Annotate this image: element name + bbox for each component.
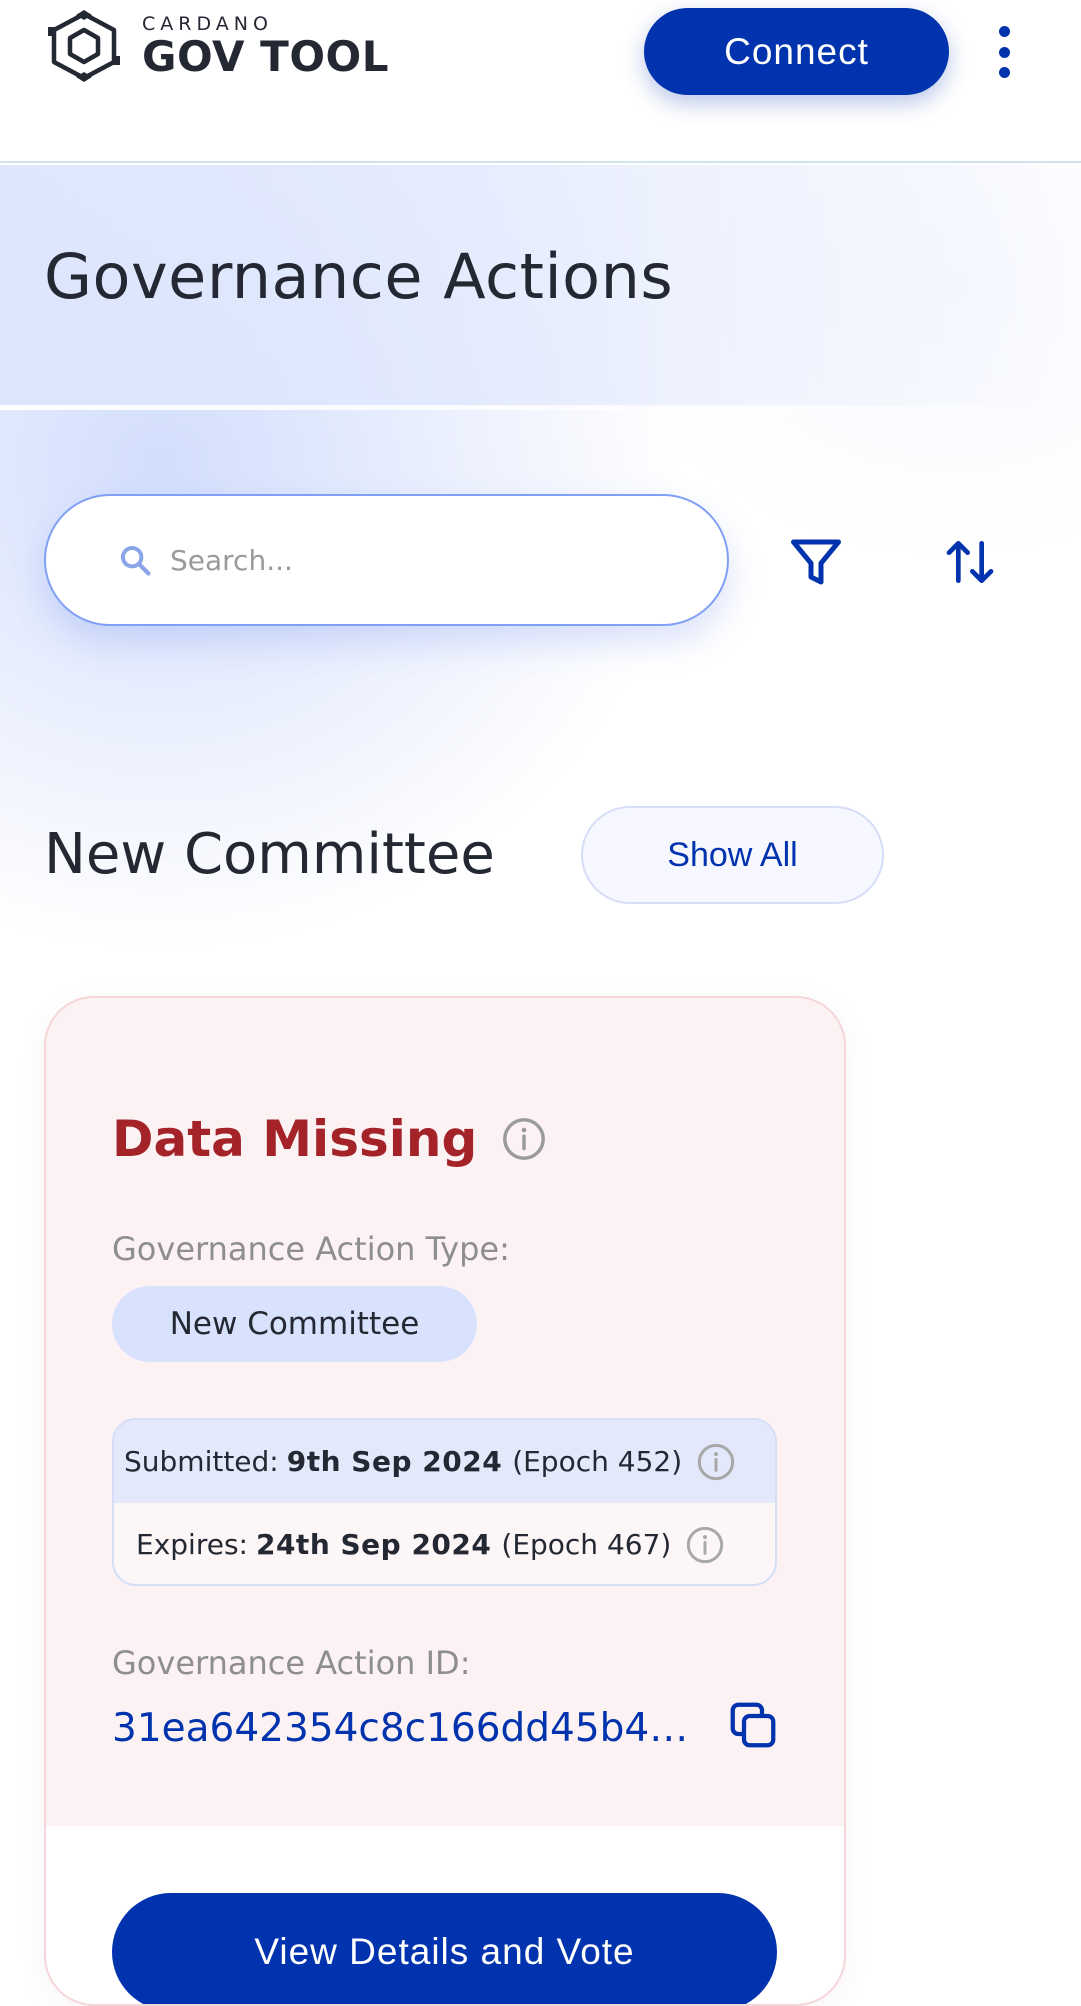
copy-icon[interactable] [726, 1698, 780, 1752]
submitted-epoch: (Epoch 452) [512, 1445, 683, 1478]
action-id-label: Governance Action ID: [112, 1644, 471, 1682]
info-icon[interactable] [696, 1442, 736, 1482]
view-details-vote-button[interactable]: View Details and Vote [112, 1893, 777, 2004]
logo-text: CARDANO GOV TOOL [142, 13, 389, 79]
search-input[interactable] [170, 543, 690, 577]
expires-label: Expires: [136, 1528, 248, 1561]
logo-big-text: GOV TOOL [142, 32, 389, 81]
expires-row: Expires: 24th Sep 2024 (Epoch 467) [114, 1503, 775, 1584]
info-icon[interactable] [685, 1525, 725, 1565]
show-all-button[interactable]: Show All [581, 806, 884, 904]
section-title: New Committee [44, 822, 495, 887]
action-type-chip: New Committee [112, 1286, 477, 1362]
submitted-label: Submitted: [124, 1445, 279, 1478]
search-bar[interactable] [44, 494, 729, 626]
expires-epoch: (Epoch 467) [501, 1528, 672, 1561]
submitted-row: Submitted: 9th Sep 2024 (Epoch 452) [114, 1420, 775, 1503]
kebab-menu-icon[interactable] [985, 22, 1023, 82]
status-title-text: Data Missing [112, 1110, 478, 1168]
sort-icon[interactable] [942, 532, 998, 592]
filter-icon[interactable] [786, 532, 846, 592]
expires-date: 24th Sep 2024 [255, 1528, 492, 1561]
logo[interactable]: CARDANO GOV TOOL [44, 10, 389, 82]
page-title: Governance Actions [44, 240, 674, 313]
submitted-date: 9th Sep 2024 [286, 1445, 503, 1478]
action-id-value[interactable]: 31ea642354c8c166dd45b458… [112, 1706, 697, 1751]
title-divider [0, 405, 1081, 410]
search-icon [120, 545, 151, 576]
cardano-gov-logo-icon [48, 10, 120, 82]
connect-button[interactable]: Connect [644, 8, 949, 95]
top-header: CARDANO GOV TOOL Connect [0, 0, 1081, 163]
action-type-label: Governance Action Type: [112, 1230, 510, 1268]
card-status-title: Data Missing [112, 1110, 547, 1168]
info-icon[interactable] [501, 1116, 547, 1162]
dates-box: Submitted: 9th Sep 2024 (Epoch 452) Expi… [112, 1418, 777, 1586]
governance-action-card: Data Missing Governance Action Type: New… [44, 996, 846, 2006]
